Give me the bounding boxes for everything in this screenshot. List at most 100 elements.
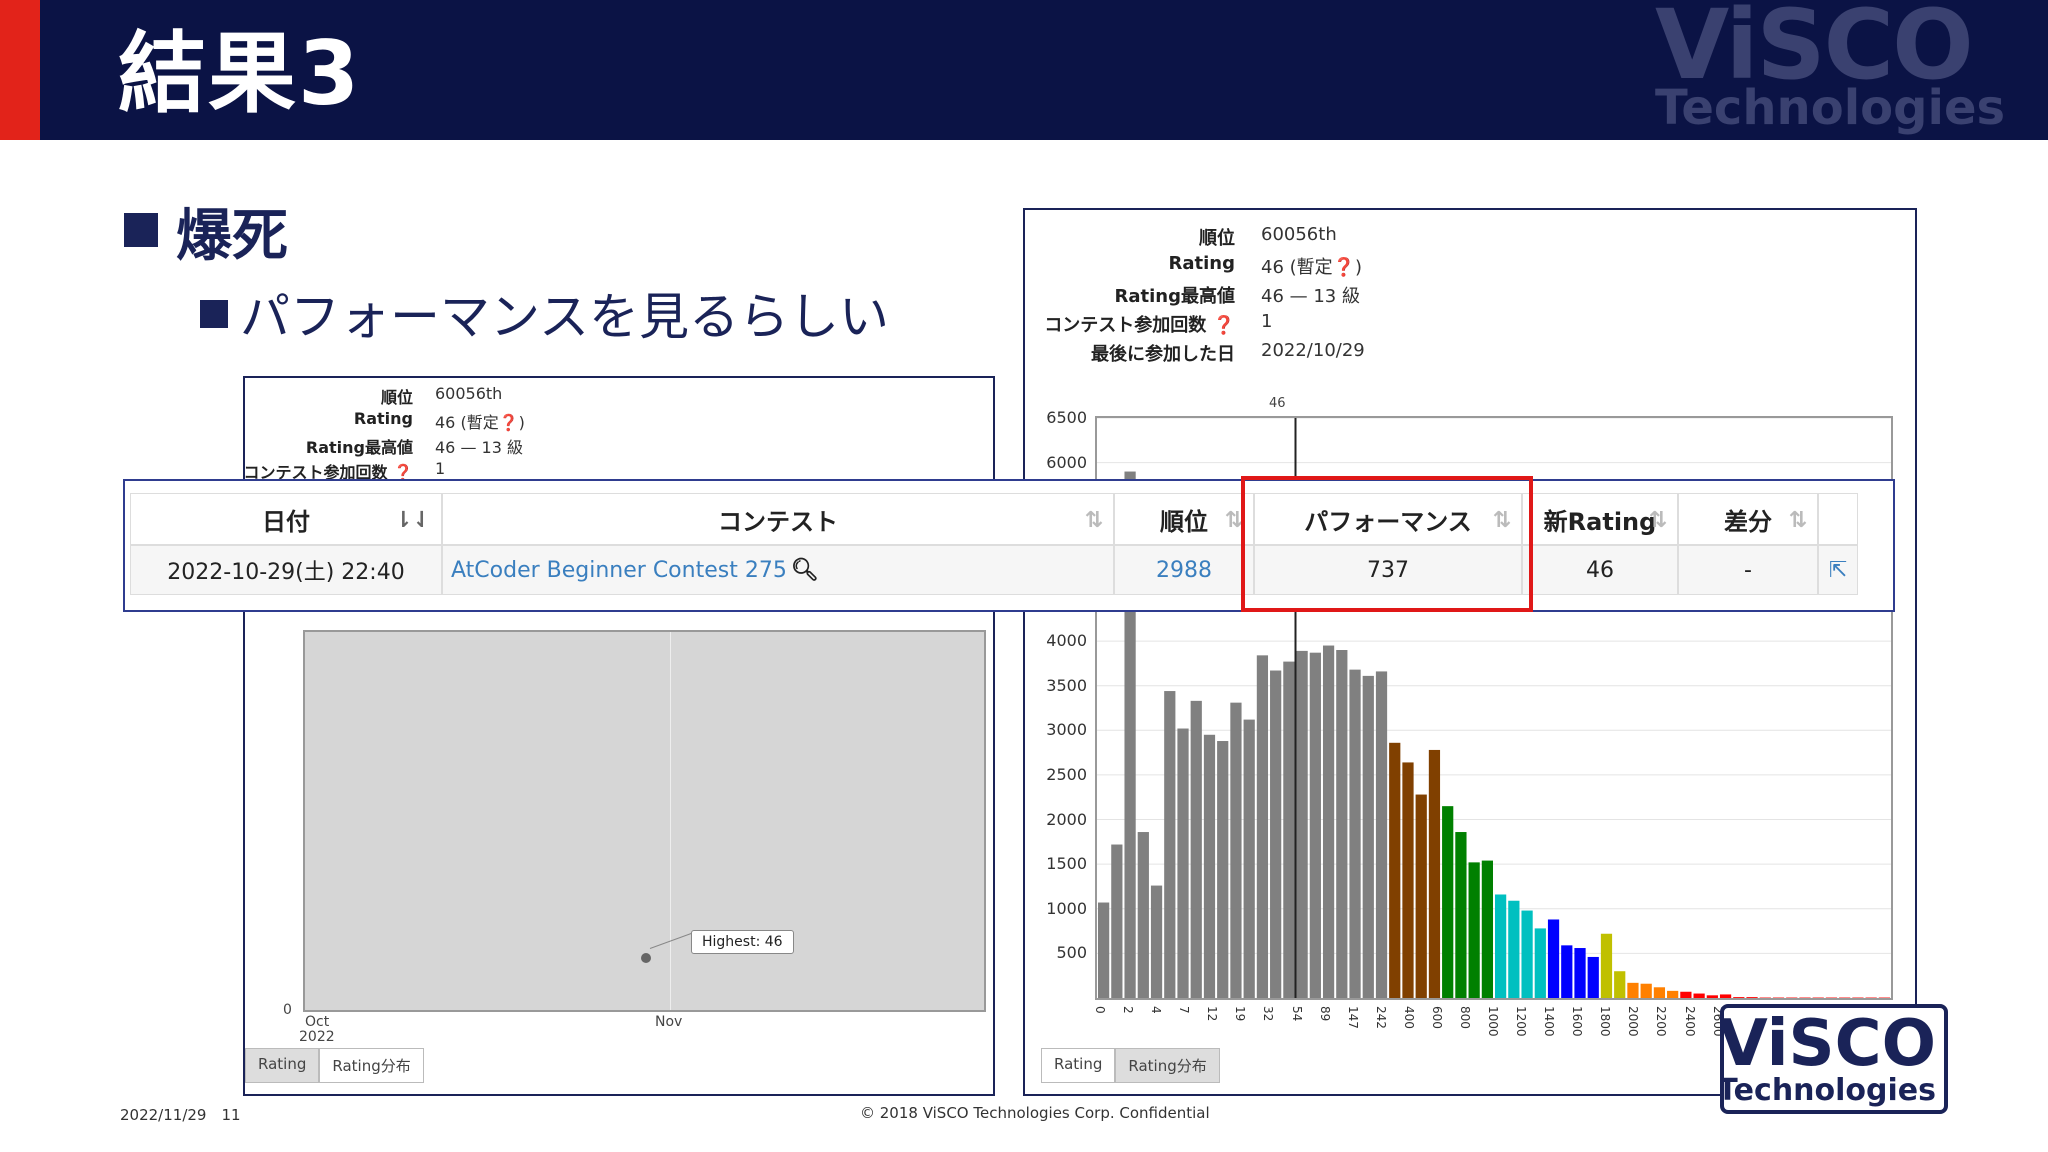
distribution-bar[interactable]	[1177, 728, 1189, 998]
distribution-bar[interactable]	[1309, 652, 1321, 998]
header-accent	[0, 0, 40, 140]
y-tick-label: 6000	[1046, 452, 1087, 472]
col-header-new-rating[interactable]: 新Rating ⇅	[1522, 493, 1678, 545]
distribution-bar[interactable]	[1640, 983, 1652, 998]
sort-icon[interactable]: ⇅	[1085, 508, 1103, 533]
distribution-bar[interactable]	[1336, 650, 1348, 998]
distribution-bar[interactable]	[1402, 762, 1414, 998]
x-tick-label: 242	[1373, 1006, 1388, 1029]
x-tick-label: 12	[1205, 1006, 1220, 1022]
col-header-date[interactable]: 日付 ⇂⇃	[130, 493, 442, 545]
distribution-bar[interactable]	[1203, 734, 1216, 998]
x-tick-label: 1600	[1570, 1006, 1585, 1037]
y-tick-label: 4000	[1046, 631, 1087, 651]
x-axis-tick-oct: Oct	[305, 1014, 330, 1030]
distribution-bar[interactable]	[1283, 661, 1295, 998]
distribution-bar[interactable]	[1600, 933, 1613, 998]
tab-rating[interactable]: Rating	[245, 1048, 320, 1083]
distribution-bar[interactable]	[1098, 902, 1110, 998]
distribution-bar[interactable]	[1481, 860, 1493, 998]
distribution-bar[interactable]	[1322, 645, 1335, 998]
performance-highlight-box	[1241, 476, 1533, 612]
distribution-bar[interactable]	[1442, 806, 1454, 998]
x-tick-label: 89	[1317, 1006, 1332, 1022]
distribution-bar[interactable]	[1190, 700, 1202, 998]
distribution-bar[interactable]	[1270, 670, 1282, 998]
distribution-bar[interactable]	[1296, 650, 1308, 998]
x-tick-label: 600	[1429, 1006, 1444, 1029]
distribution-bar[interactable]	[1521, 910, 1533, 998]
distribution-bar[interactable]	[1389, 742, 1401, 998]
distribution-bar[interactable]	[1111, 844, 1123, 998]
left-chart-tabs: Rating Rating分布	[245, 1048, 424, 1083]
rating-panel-right: 順位 60056th Rating 46 (暫定❓) Rating最高値 46 …	[1023, 208, 1917, 1096]
distribution-bar[interactable]	[1680, 991, 1692, 998]
distribution-bar[interactable]	[1217, 741, 1229, 998]
contest-link[interactable]: AtCoder Beginner Contest 275	[451, 558, 787, 583]
distribution-bar[interactable]	[1349, 669, 1361, 998]
distribution-bar[interactable]	[1468, 862, 1480, 998]
cell-rank[interactable]: 2988	[1114, 545, 1254, 595]
x-tick-label: 2400	[1682, 1006, 1697, 1037]
y-tick-label: 2500	[1046, 764, 1087, 784]
x-tick-label: 2000	[1626, 1006, 1641, 1037]
distribution-bar[interactable]	[1428, 749, 1441, 998]
distribution-bar[interactable]	[1627, 982, 1639, 998]
distribution-bar[interactable]	[1746, 997, 1758, 998]
x-tick-label: 54	[1289, 1006, 1304, 1022]
sort-desc-icon[interactable]: ⇂⇃	[394, 508, 431, 533]
distribution-bar[interactable]	[1706, 995, 1718, 998]
x-tick-label: 1800	[1598, 1006, 1613, 1037]
distribution-bar[interactable]	[1415, 794, 1427, 998]
cell-new-rating: 46	[1522, 545, 1678, 595]
distribution-bar[interactable]	[1561, 945, 1573, 998]
distribution-bar[interactable]	[1547, 919, 1560, 998]
company-logo-bottom: ViSCO Technologies	[1720, 1004, 1948, 1114]
rating-point[interactable]	[641, 953, 651, 963]
distribution-bar[interactable]	[1587, 956, 1599, 998]
x-tick-label: 147	[1345, 1006, 1360, 1029]
distribution-bar[interactable]	[1455, 832, 1467, 998]
company-logo: ViSCO Technologies	[1655, 0, 2006, 136]
col-header-contest[interactable]: コンテスト ⇅	[442, 493, 1114, 545]
distribution-bar[interactable]	[1230, 702, 1242, 998]
distribution-bar[interactable]	[1362, 675, 1374, 998]
x-tick-label: 19	[1233, 1006, 1248, 1022]
distribution-bar[interactable]	[1375, 671, 1388, 998]
distribution-bar[interactable]	[1256, 655, 1269, 998]
distribution-bar[interactable]	[1667, 990, 1679, 998]
cell-date: 2022-10-29(土) 22:40	[130, 545, 442, 595]
x-tick-label: 32	[1261, 1006, 1276, 1022]
y-tick-label: 500	[1056, 943, 1087, 963]
distribution-bar[interactable]	[1614, 971, 1626, 998]
distribution-bar[interactable]	[1733, 997, 1745, 998]
distribution-bar[interactable]	[1137, 832, 1149, 998]
distribution-bar[interactable]	[1574, 948, 1586, 998]
tab-rating[interactable]: Rating	[1041, 1048, 1116, 1083]
search-icon[interactable]: 🔍︎	[791, 558, 819, 583]
y-tick-label: 6500	[1046, 408, 1087, 427]
x-tick-label: 400	[1401, 1006, 1416, 1029]
col-header-rank[interactable]: 順位 ⇅	[1114, 493, 1254, 545]
distribution-bar[interactable]	[1653, 987, 1666, 998]
distribution-bar[interactable]	[1719, 994, 1732, 998]
distribution-bar[interactable]	[1495, 894, 1507, 998]
distribution-bar[interactable]	[1243, 719, 1255, 998]
distribution-bar[interactable]	[1150, 885, 1163, 998]
y-tick-label: 1000	[1046, 898, 1087, 918]
cell-contest: AtCoder Beginner Contest 275 🔍︎	[442, 545, 1114, 595]
share-icon[interactable]: ⇱	[1818, 545, 1858, 595]
col-header-diff[interactable]: 差分 ⇅	[1678, 493, 1818, 545]
tab-rating-distribution[interactable]: Rating分布	[319, 1048, 424, 1083]
distribution-bar[interactable]	[1534, 928, 1546, 998]
distribution-bar[interactable]	[1508, 900, 1520, 998]
square-bullet-icon	[124, 213, 158, 247]
x-tick-label: 2	[1121, 1006, 1136, 1014]
x-tick-label: 800	[1457, 1006, 1472, 1029]
tab-rating-distribution[interactable]: Rating分布	[1115, 1048, 1220, 1083]
distribution-bar[interactable]	[1164, 691, 1176, 998]
x-tick-label: 7	[1177, 1006, 1192, 1014]
distribution-bar[interactable]	[1693, 993, 1705, 998]
sort-icon[interactable]: ⇅	[1649, 508, 1667, 533]
sort-icon[interactable]: ⇅	[1789, 508, 1807, 533]
